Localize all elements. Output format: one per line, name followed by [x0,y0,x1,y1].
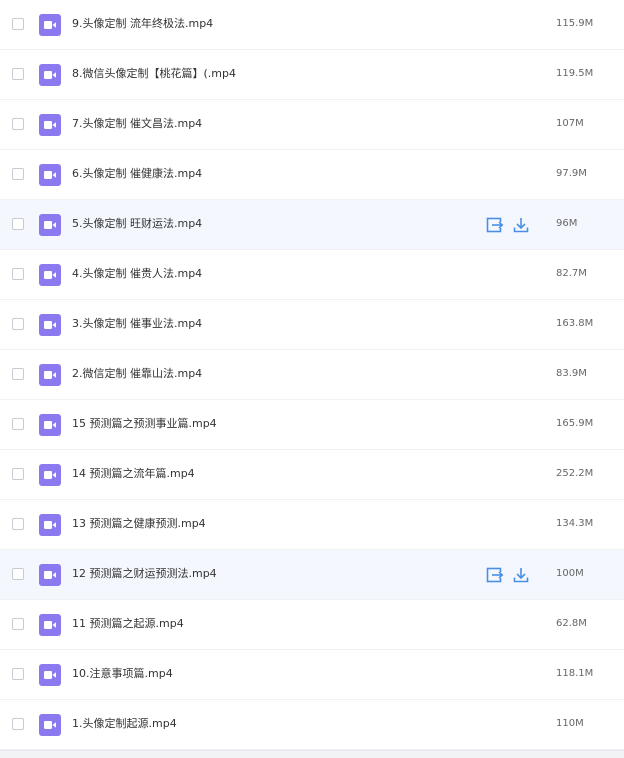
row-checkbox[interactable] [12,668,24,680]
file-name[interactable]: 5.头像定制 旺财运法.mp4 [72,216,202,232]
file-name[interactable]: 14 预测篇之流年篇.mp4 [72,466,195,482]
file-row[interactable]: 7.头像定制 催文昌法.mp4 107M [0,100,624,150]
file-size: 100M [556,568,584,579]
video-file-icon [39,164,61,186]
row-checkbox[interactable] [12,368,24,380]
video-glyph [44,471,56,479]
row-checkbox[interactable] [12,418,24,430]
file-name[interactable]: 6.头像定制 催健康法.mp4 [72,166,202,182]
video-file-icon [39,264,61,286]
file-row[interactable]: 9.头像定制 流年终极法.mp4 115.9M [0,0,624,50]
file-row[interactable]: 12 预测篇之财运预测法.mp4 100M [0,550,624,600]
file-size: 118.1M [556,668,594,679]
file-list: 9.头像定制 流年终极法.mp4 115.9M 8.微信头像定制【桃花篇】(.mp4… [0,0,624,750]
file-name[interactable]: 11 预测篇之起源.mp4 [72,616,184,632]
video-glyph [44,421,56,429]
video-file-icon [39,364,61,386]
file-name[interactable]: 10.注意事项篇.mp4 [72,666,173,682]
share-icon[interactable] [485,215,505,235]
file-row[interactable]: 8.微信头像定制【桃花篇】(.mp4 119.5M [0,50,624,100]
file-size: 163.8M [556,318,594,329]
file-row[interactable]: 2.微信定制 催靠山法.mp4 83.9M [0,350,624,400]
row-checkbox[interactable] [12,618,24,630]
video-glyph [44,171,56,179]
file-name[interactable]: 1.头像定制起源.mp4 [72,716,177,732]
file-size: 107M [556,118,584,129]
file-size: 165.9M [556,418,594,429]
video-file-icon [39,14,61,36]
video-file-icon [39,414,61,436]
file-name[interactable]: 9.头像定制 流年终极法.mp4 [72,16,213,32]
video-file-icon [39,214,61,236]
video-file-icon [39,614,61,636]
row-checkbox[interactable] [12,718,24,730]
video-file-icon [39,564,61,586]
row-checkbox[interactable] [12,518,24,530]
file-size: 134.3M [556,518,594,529]
file-name[interactable]: 13 预测篇之健康预测.mp4 [72,516,206,532]
file-name[interactable]: 3.头像定制 催事业法.mp4 [72,316,202,332]
file-row[interactable]: 4.头像定制 催贵人法.mp4 82.7M [0,250,624,300]
file-row[interactable]: 11 预测篇之起源.mp4 62.8M [0,600,624,650]
video-file-icon [39,314,61,336]
file-row[interactable]: 10.注意事项篇.mp4 118.1M [0,650,624,700]
video-glyph [44,321,56,329]
video-glyph [44,371,56,379]
bottom-scroll-bar[interactable] [0,750,624,758]
file-row[interactable]: 3.头像定制 催事业法.mp4 163.8M [0,300,624,350]
file-size: 252.2M [556,468,594,479]
video-glyph [44,121,56,129]
file-row[interactable]: 1.头像定制起源.mp4 110M [0,700,624,750]
file-row[interactable]: 13 预测篇之健康预测.mp4 134.3M [0,500,624,550]
video-glyph [44,521,56,529]
row-checkbox[interactable] [12,118,24,130]
row-checkbox[interactable] [12,68,24,80]
download-icon[interactable] [511,215,531,235]
video-glyph [44,271,56,279]
row-checkbox[interactable] [12,268,24,280]
video-glyph [44,21,56,29]
file-name[interactable]: 2.微信定制 催靠山法.mp4 [72,366,202,382]
row-checkbox[interactable] [12,468,24,480]
row-checkbox[interactable] [12,168,24,180]
file-size: 82.7M [556,268,587,279]
video-glyph [44,571,56,579]
file-row[interactable]: 5.头像定制 旺财运法.mp4 96M [0,200,624,250]
file-size: 97.9M [556,168,587,179]
file-row[interactable]: 15 预测篇之预测事业篇.mp4 165.9M [0,400,624,450]
file-size: 115.9M [556,18,594,29]
file-name[interactable]: 12 预测篇之财运预测法.mp4 [72,566,217,582]
video-glyph [44,71,56,79]
video-file-icon [39,514,61,536]
file-name[interactable]: 15 预测篇之预测事业篇.mp4 [72,416,217,432]
file-row[interactable]: 14 预测篇之流年篇.mp4 252.2M [0,450,624,500]
video-file-icon [39,664,61,686]
file-name[interactable]: 4.头像定制 催贵人法.mp4 [72,266,202,282]
video-glyph [44,621,56,629]
share-icon[interactable] [485,565,505,585]
file-name[interactable]: 8.微信头像定制【桃花篇】(.mp4 [72,66,236,82]
video-file-icon [39,714,61,736]
file-size: 96M [556,218,578,229]
video-glyph [44,221,56,229]
video-glyph [44,671,56,679]
video-file-icon [39,64,61,86]
row-checkbox[interactable] [12,318,24,330]
row-checkbox[interactable] [12,218,24,230]
download-icon[interactable] [511,565,531,585]
file-row[interactable]: 6.头像定制 催健康法.mp4 97.9M [0,150,624,200]
row-checkbox[interactable] [12,18,24,30]
file-size: 119.5M [556,68,594,79]
file-size: 83.9M [556,368,587,379]
file-size: 62.8M [556,618,587,629]
video-glyph [44,721,56,729]
video-file-icon [39,464,61,486]
file-name[interactable]: 7.头像定制 催文昌法.mp4 [72,116,202,132]
file-size: 110M [556,718,584,729]
video-file-icon [39,114,61,136]
row-checkbox[interactable] [12,568,24,580]
